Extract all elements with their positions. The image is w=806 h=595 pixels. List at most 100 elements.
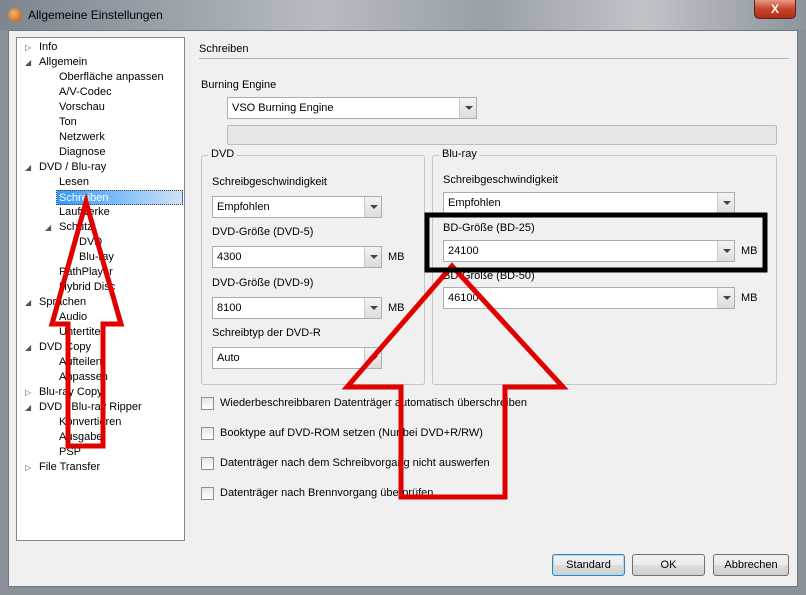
section-title: Schreiben	[199, 43, 249, 55]
checkbox-box[interactable]	[201, 396, 214, 410]
tree-item[interactable]: PathPlayer	[59, 265, 113, 280]
checkbox-label: Wiederbeschreibbaren Datenträger automat…	[220, 397, 527, 409]
bd25-label: BD-Größe (BD-25)	[443, 222, 535, 234]
expanded-triangle-icon[interactable]: ◢	[25, 160, 31, 175]
ok-button[interactable]: OK	[632, 554, 705, 576]
checkbox-box[interactable]	[201, 456, 214, 470]
collapsed-triangle-icon[interactable]: ▷	[25, 385, 31, 400]
tree-item[interactable]: PSP	[59, 445, 81, 460]
checkbox-box[interactable]	[201, 486, 214, 500]
tree-item[interactable]: Konvertieren	[59, 415, 121, 430]
tree-item[interactable]: Blu-ray Copy	[39, 385, 103, 400]
tree-item[interactable]: DVD / Blu-ray Ripper	[39, 400, 142, 415]
expanded-triangle-icon[interactable]: ◢	[25, 295, 31, 310]
burning-engine-label: Burning Engine	[201, 79, 277, 91]
tree-item[interactable]: Lesen	[59, 175, 89, 190]
checkbox-label: Datenträger nach Brennvorgang überprüfen	[220, 487, 434, 499]
settings-tree[interactable]: ▷ Info ◢ Allgemein Oberfläche anpassen A/V-Co…	[16, 37, 185, 541]
tree-item[interactable]: A/V-Codec	[59, 85, 112, 100]
tree-item[interactable]: Oberfläche anpassen	[59, 70, 164, 85]
tree-item[interactable]: Netzwerk	[59, 130, 105, 145]
tree-item[interactable]: Hybrid Disc	[59, 280, 115, 295]
collapsed-triangle-icon[interactable]: ▷	[25, 40, 31, 55]
dvd-type-value: Auto	[217, 352, 240, 364]
tree-item[interactable]: DVD / Blu-ray	[39, 160, 106, 175]
dialog-client: ▷ Info ◢ Allgemein Oberfläche anpassen A/V-Co…	[8, 30, 798, 587]
tree-item[interactable]: Audio	[59, 310, 87, 325]
dvd9-size-select[interactable]: 8100	[212, 297, 382, 319]
dvd-type-select[interactable]: Auto	[212, 347, 382, 369]
checkbox-box[interactable]	[201, 426, 214, 440]
progress-bar	[227, 125, 777, 145]
tree-item[interactable]: Anpassen	[59, 370, 108, 385]
tree-item[interactable]: Ton	[59, 115, 77, 130]
bd25-unit: MB	[741, 245, 758, 257]
tree-item[interactable]: DVD	[79, 235, 102, 250]
dvd-group-title: DVD	[208, 148, 238, 160]
tree-item[interactable]: Info	[39, 40, 57, 55]
chevron-down-icon[interactable]	[459, 98, 476, 118]
bd-speed-select[interactable]: Empfohlen	[443, 192, 735, 214]
tree-item[interactable]: Laufwerke	[59, 205, 110, 220]
bluray-group-title: Blu-ray	[439, 148, 480, 160]
standard-button[interactable]: Standard	[552, 554, 625, 576]
checkbox-label: Datenträger nach dem Schreibvorgang nich…	[220, 457, 490, 469]
window-title: Allgemeine Einstellungen	[28, 8, 163, 22]
chevron-down-icon[interactable]	[364, 197, 381, 217]
dvd5-label: DVD-Größe (DVD-5)	[212, 226, 314, 238]
chevron-down-icon[interactable]	[364, 348, 381, 368]
close-button[interactable]: X	[754, 0, 796, 19]
burning-engine-select[interactable]: VSO Burning Engine	[227, 97, 477, 119]
dvd9-value: 8100	[217, 302, 242, 314]
burning-engine-value: VSO Burning Engine	[232, 102, 334, 114]
bd25-size-select[interactable]: 24100	[443, 240, 735, 262]
dvd9-unit: MB	[388, 302, 405, 314]
bd-speed-value: Empfohlen	[448, 197, 501, 209]
tree-item[interactable]: DVD Copy	[39, 340, 91, 355]
collapsed-triangle-icon[interactable]: ▷	[25, 460, 31, 475]
checkbox-auto-overwrite[interactable]: Wiederbeschreibbaren Datenträger automat…	[201, 396, 527, 410]
tree-item[interactable]: Blu-ray	[79, 250, 114, 265]
tree-item[interactable]: Ausgabe	[59, 430, 102, 445]
bluray-group: Blu-ray Schreibgeschwindigkeit Empfohlen…	[432, 148, 777, 385]
bd-speed-label: Schreibgeschwindigkeit	[443, 174, 558, 186]
dvd-speed-label: Schreibgeschwindigkeit	[212, 176, 327, 188]
dvd-group: DVD Schreibgeschwindigkeit Empfohlen DVD…	[201, 148, 425, 385]
tree-item[interactable]: Sprachen	[39, 295, 86, 310]
tree-item[interactable]: Diagnose	[59, 145, 105, 160]
tree-item[interactable]: Schreiben	[56, 190, 183, 205]
chevron-down-icon[interactable]	[364, 247, 381, 267]
section-divider	[199, 58, 789, 59]
checkbox-booktype[interactable]: Booktype auf DVD-ROM setzen (Nur bei DVD…	[201, 426, 483, 440]
expanded-triangle-icon[interactable]: ◢	[45, 220, 51, 235]
chevron-down-icon[interactable]	[364, 298, 381, 318]
expanded-triangle-icon[interactable]: ◢	[25, 400, 31, 415]
app-icon	[8, 8, 22, 22]
tree-item[interactable]: Vorschau	[59, 100, 105, 115]
dvd-type-label: Schreibtyp der DVD-R	[212, 327, 321, 339]
tree-item[interactable]: Allgemein	[39, 55, 87, 70]
dvd-speed-select[interactable]: Empfohlen	[212, 196, 382, 218]
bd50-size-select[interactable]: 46100	[443, 287, 735, 309]
checkbox-verify[interactable]: Datenträger nach Brennvorgang überprüfen	[201, 486, 433, 500]
bd50-label: BD-Größe (BD-50)	[443, 270, 535, 282]
tree-item[interactable]: Untertitel	[59, 325, 103, 340]
chevron-down-icon[interactable]	[717, 241, 734, 261]
checkbox-no-eject[interactable]: Datenträger nach dem Schreibvorgang nich…	[201, 456, 490, 470]
bd25-value: 24100	[448, 245, 479, 257]
dvd5-size-select[interactable]: 4300	[212, 246, 382, 268]
dvd5-value: 4300	[217, 251, 242, 263]
chevron-down-icon[interactable]	[717, 193, 734, 213]
tree-item[interactable]: Aufteilen	[59, 355, 102, 370]
expanded-triangle-icon[interactable]: ◢	[25, 340, 31, 355]
expanded-triangle-icon[interactable]: ◢	[25, 55, 31, 70]
tree-item[interactable]: File Transfer	[39, 460, 100, 475]
cancel-button[interactable]: Abbrechen	[713, 554, 789, 576]
dvd-speed-value: Empfohlen	[217, 201, 270, 213]
chevron-down-icon[interactable]	[717, 288, 734, 308]
tree-item[interactable]: Schutz	[59, 220, 93, 235]
bd50-unit: MB	[741, 292, 758, 304]
checkbox-label: Booktype auf DVD-ROM setzen (Nur bei DVD…	[220, 427, 483, 439]
dvd5-unit: MB	[388, 251, 405, 263]
dvd9-label: DVD-Größe (DVD-9)	[212, 277, 314, 289]
